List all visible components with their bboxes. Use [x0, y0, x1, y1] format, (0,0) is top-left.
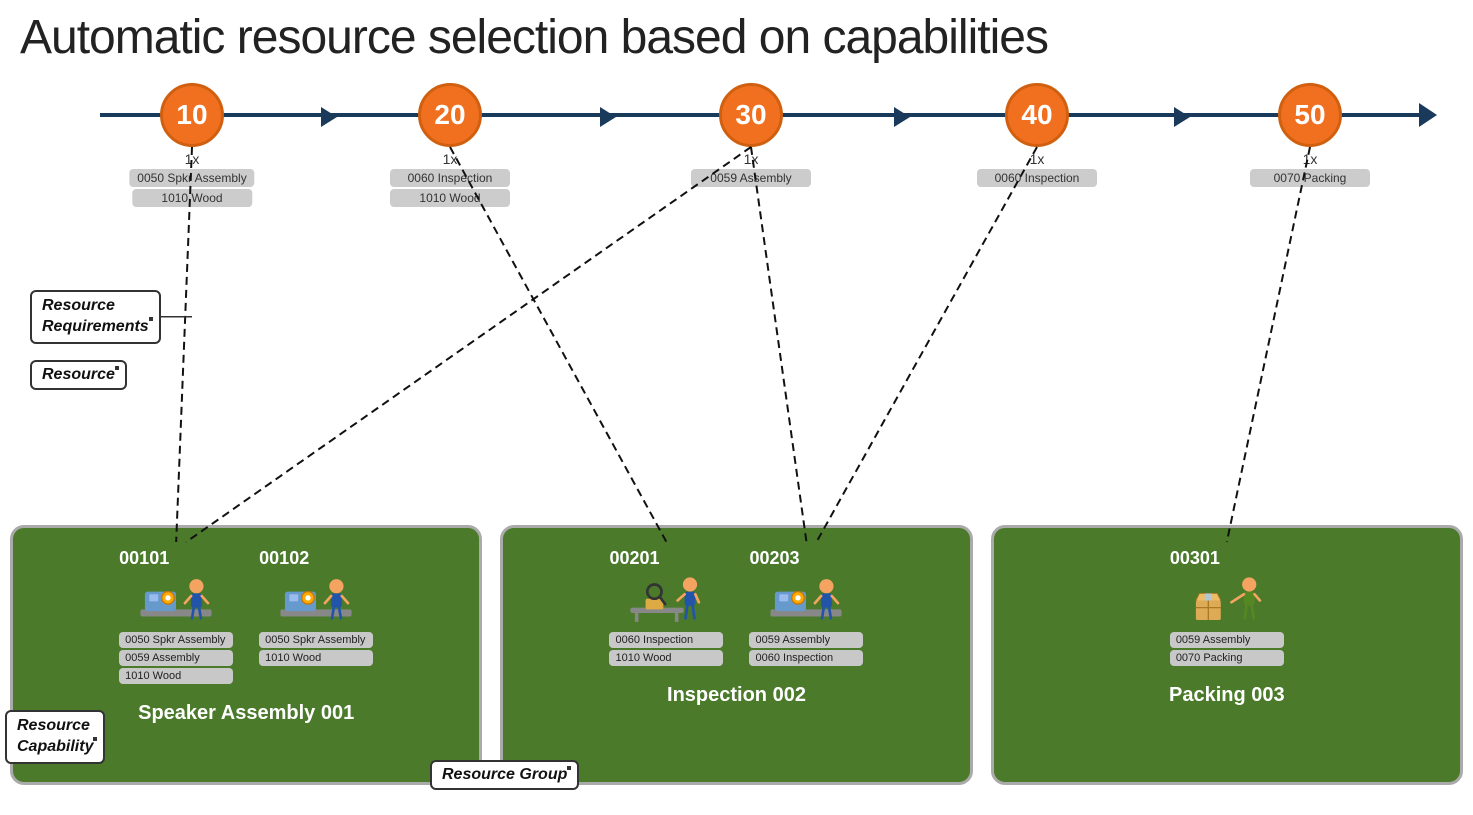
resource-icon-00301 — [1170, 573, 1284, 628]
callout-resource: Resource — [30, 360, 127, 390]
step-qty-30: 1x — [744, 151, 759, 167]
timeline-arrow-1 — [600, 107, 616, 127]
step-tag-30-0: 0059 Assembly — [691, 169, 811, 187]
resource-icon-00203 — [749, 573, 863, 628]
step-circle-10: 10 — [160, 83, 224, 147]
callout-resource-capability: ResourceCapability — [5, 710, 105, 764]
cap-tag-00301-0: 0059 Assembly — [1170, 632, 1284, 648]
step-labels-10: 1x 0050 Spkr Assembly 1010 Wood — [129, 151, 254, 207]
step-labels-50: 1x 0070 Packing — [1250, 151, 1370, 187]
groups-area: 00101 0050 Spkr Assembly 0059 Assembly 101… — [10, 525, 1463, 785]
cap-tag-00301-1: 0070 Packing — [1170, 650, 1284, 666]
resource-card-00301: 00301 0059 Assembly 0070 Packing — [1162, 542, 1292, 674]
resource-id-00201: 00201 — [609, 548, 723, 569]
step-tag-10-1: 1010 Wood — [132, 189, 252, 207]
cap-tag-00203-1: 0060 Inspection — [749, 650, 863, 666]
resource-id-00301: 00301 — [1170, 548, 1284, 569]
cap-tag-00101-2: 1010 Wood — [119, 668, 233, 684]
step-qty-50: 1x — [1303, 151, 1318, 167]
cap-tag-00101-1: 0059 Assembly — [119, 650, 233, 666]
cap-tag-00101-0: 0050 Spkr Assembly — [119, 632, 233, 648]
resource-icon-00102 — [259, 573, 373, 628]
timeline-area: 10 1x 0050 Spkr Assembly 1010 Wood 20 1x 0060 … — [20, 75, 1453, 205]
step-circle-20: 20 — [418, 83, 482, 147]
resources-row-grp-001: 00101 0050 Spkr Assembly 0059 Assembly 101… — [27, 542, 465, 692]
cap-tag-00201-0: 0060 Inspection — [609, 632, 723, 648]
resources-row-grp-002: 00201 0060 Inspection 1010 Wood 00203 — [517, 542, 955, 674]
step-labels-40: 1x 0060 Inspection — [977, 151, 1097, 187]
group-title-grp-003: Packing 003 — [1008, 684, 1446, 707]
resource-icon-00101 — [119, 573, 233, 628]
resource-group-grp-002: 00201 0060 Inspection 1010 Wood 00203 — [500, 525, 972, 785]
group-title-grp-002: Inspection 002 — [517, 684, 955, 707]
main-title: Automatic resource selection based on ca… — [20, 10, 1453, 65]
step-qty-20: 1x — [443, 151, 458, 167]
callout-resource-requirements: ResourceRequirements — [30, 290, 161, 344]
resource-icon-00201 — [609, 573, 723, 628]
resource-id-00101: 00101 — [119, 548, 233, 569]
step-qty-10: 1x — [185, 151, 200, 167]
resource-card-00101: 00101 0050 Spkr Assembly 0059 Assembly 101… — [111, 542, 241, 692]
step-circle-30: 30 — [719, 83, 783, 147]
timeline-arrow — [1419, 103, 1437, 127]
step-tag-40-0: 0060 Inspection — [977, 169, 1097, 187]
step-labels-30: 1x 0059 Assembly — [691, 151, 811, 187]
step-labels-20: 1x 0060 Inspection 1010 Wood — [390, 151, 510, 207]
step-tag-10-0: 0050 Spkr Assembly — [129, 169, 254, 187]
step-circle-40: 40 — [1005, 83, 1069, 147]
resources-row-grp-003: 00301 0059 Assembly 0070 Packing — [1008, 542, 1446, 674]
step-tag-50-0: 0070 Packing — [1250, 169, 1370, 187]
resource-id-00203: 00203 — [749, 548, 863, 569]
cap-tag-00201-1: 1010 Wood — [609, 650, 723, 666]
cap-tag-00102-0: 0050 Spkr Assembly — [259, 632, 373, 648]
timeline-arrow-0 — [321, 107, 337, 127]
step-tag-20-0: 0060 Inspection — [390, 169, 510, 187]
resource-card-00203: 00203 0059 Assembly 0060 Inspection — [741, 542, 871, 674]
resource-card-00102: 00102 0050 Spkr Assembly 1010 Wood — [251, 542, 381, 692]
timeline-arrow-2 — [894, 107, 910, 127]
resource-group-grp-003: 00301 0059 Assembly 0070 Packing Packing 0… — [991, 525, 1463, 785]
cap-tag-00203-0: 0059 Assembly — [749, 632, 863, 648]
app: Automatic resource selection based on ca… — [0, 0, 1473, 815]
timeline-arrow-3 — [1174, 107, 1190, 127]
step-tag-20-1: 1010 Wood — [390, 189, 510, 207]
callout-resource-group: Resource Group — [430, 760, 579, 790]
resource-card-00201: 00201 0060 Inspection 1010 Wood — [601, 542, 731, 674]
resource-id-00102: 00102 — [259, 548, 373, 569]
step-circle-50: 50 — [1278, 83, 1342, 147]
cap-tag-00102-1: 1010 Wood — [259, 650, 373, 666]
step-qty-40: 1x — [1030, 151, 1045, 167]
